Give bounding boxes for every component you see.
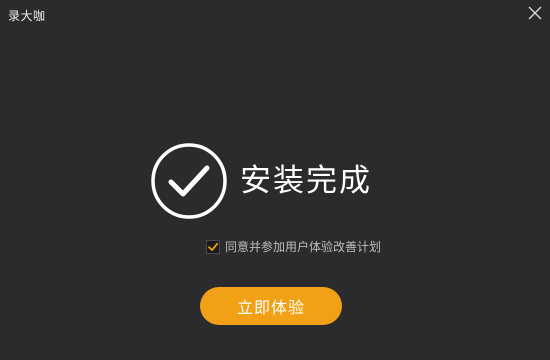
checkmark-icon — [208, 242, 219, 251]
install-complete-text: 安装完成 — [240, 163, 372, 199]
close-icon — [528, 6, 542, 20]
close-button[interactable] — [526, 4, 544, 22]
title-bar: 录大咖 — [0, 0, 550, 32]
app-title: 录大咖 — [8, 9, 46, 23]
consent-checkbox[interactable] — [206, 240, 220, 254]
check-circle-icon — [150, 142, 228, 220]
consent-label[interactable]: 同意并参加用户体验改善计划 — [225, 239, 381, 255]
experience-now-button[interactable]: 立即体验 — [200, 287, 342, 325]
install-result: 安装完成 — [150, 142, 372, 220]
consent-row: 同意并参加用户体验改善计划 — [206, 239, 381, 255]
